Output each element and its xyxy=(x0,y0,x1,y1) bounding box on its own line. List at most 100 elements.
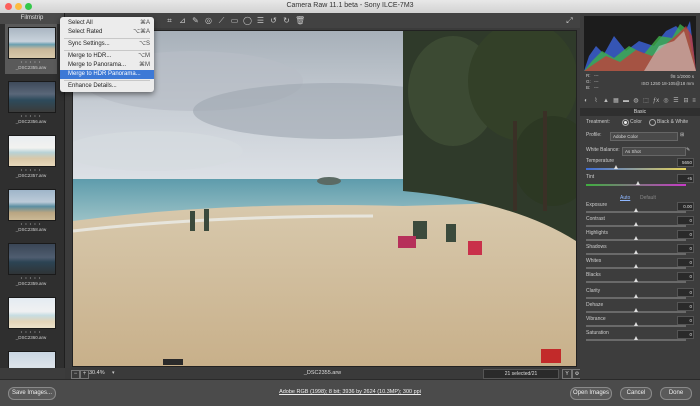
slider-value[interactable]: 0 xyxy=(677,316,694,325)
adjustment-brush-icon[interactable]: ⟋ xyxy=(217,16,226,25)
filmstrip-thumb[interactable] xyxy=(5,348,57,368)
clarity-slider[interactable] xyxy=(586,294,686,299)
slider-value[interactable]: 0 xyxy=(677,272,694,281)
filmstrip-thumb[interactable]: • • • • • _DSC2358.arw xyxy=(5,186,57,236)
white-balance-dropdown[interactable]: As Shot xyxy=(622,147,686,156)
slider-value[interactable]: 0 xyxy=(677,288,694,297)
profile-browser-icon[interactable]: ⊞ xyxy=(680,132,684,138)
presets-tab-icon[interactable]: ☰ xyxy=(672,97,680,105)
rating-stars[interactable]: • • • • • xyxy=(5,167,57,172)
menu-item-select-rated[interactable]: Select Rated ⌥⌘A xyxy=(60,28,154,37)
menu-item-select-all[interactable]: Select All ⌘A xyxy=(60,19,154,28)
slider-thumb[interactable] xyxy=(613,165,618,169)
before-after-button[interactable]: Y xyxy=(562,369,572,379)
white-balance-eyedropper-icon[interactable]: ✎ xyxy=(686,147,690,153)
red-eye-icon[interactable]: ◎ xyxy=(204,16,213,25)
rating-stars[interactable]: • • • • • xyxy=(5,275,57,280)
dehaze-slider[interactable] xyxy=(586,308,686,313)
effects-tab-icon[interactable]: ƒx xyxy=(652,97,660,105)
filmstrip-thumb[interactable]: • • • • • _DSC2356.arw xyxy=(5,78,57,128)
contrast-slider[interactable] xyxy=(586,222,686,227)
rating-stars[interactable]: • • • • • xyxy=(5,329,57,334)
slider-thumb[interactable] xyxy=(633,308,638,312)
rotate-right-icon[interactable]: ↻ xyxy=(282,16,291,25)
slider-value[interactable]: 0 xyxy=(677,244,694,253)
shadows-slider[interactable] xyxy=(586,250,686,255)
menu-item-merge-hdr-panorama[interactable]: Merge to HDR Panorama... xyxy=(60,70,154,79)
lens-tab-icon[interactable]: ◍ xyxy=(632,97,640,105)
trash-icon[interactable]: 🗑 xyxy=(295,16,305,25)
vibrance-slider[interactable] xyxy=(586,322,686,327)
default-link[interactable]: Default xyxy=(640,195,656,201)
slider-value[interactable]: 0 xyxy=(677,258,694,267)
slider-thumb[interactable] xyxy=(633,278,638,282)
slider-thumb[interactable] xyxy=(633,264,638,268)
slider-value[interactable]: 0 xyxy=(677,230,694,239)
slider-thumb[interactable] xyxy=(633,222,638,226)
panel-menu-icon[interactable]: ≡ xyxy=(690,97,698,105)
filmstrip-thumb[interactable]: • • • • • _DSC2355.arw xyxy=(5,24,57,74)
treatment-color-radio[interactable] xyxy=(622,119,629,126)
filmstrip-thumbnails[interactable]: • • • • • _DSC2355.arw • • • • • _DSC235… xyxy=(0,24,64,368)
whites-slider[interactable] xyxy=(586,264,686,269)
selection-count[interactable]: 21 selected/21 xyxy=(483,369,559,379)
profile-dropdown[interactable]: Adobe Color xyxy=(610,132,678,141)
slider-thumb[interactable] xyxy=(633,322,638,326)
transform-tab-icon[interactable]: ⬚ xyxy=(642,97,650,105)
spot-removal-icon[interactable]: ✎ xyxy=(191,16,200,25)
temperature-slider[interactable] xyxy=(586,165,686,170)
filmstrip-thumb[interactable]: • • • • • _DSC2359.arw xyxy=(5,240,57,290)
calibration-tab-icon[interactable]: ◎ xyxy=(662,97,670,105)
slider-thumb[interactable] xyxy=(633,336,638,340)
temperature-value[interactable]: 5650 xyxy=(677,158,694,167)
graduated-filter-icon[interactable]: ▭ xyxy=(230,16,239,25)
filmstrip-header[interactable]: Filmstrip xyxy=(0,13,64,24)
highlights-slider[interactable] xyxy=(586,236,686,241)
menu-item-label: Select Rated xyxy=(68,29,103,35)
snapshots-tab-icon[interactable]: ⊟ xyxy=(682,97,690,105)
tone-curve-tab-icon[interactable]: ⌇ xyxy=(592,97,600,105)
tint-value[interactable]: +5 xyxy=(677,174,694,183)
menu-item-merge-hdr[interactable]: Merge to HDR... ⌥M xyxy=(60,52,154,61)
filmstrip-thumb[interactable]: • • • • • _DSC2360.arw xyxy=(5,294,57,344)
exposure-slider[interactable] xyxy=(586,208,686,213)
treatment-bw-radio[interactable] xyxy=(649,119,656,126)
filmstrip-thumb[interactable]: • • • • • _DSC2357.arw xyxy=(5,132,57,182)
rating-stars[interactable]: • • • • • xyxy=(5,221,57,226)
crop-icon[interactable]: ⌗ xyxy=(165,16,174,25)
hsl-tab-icon[interactable]: ▦ xyxy=(612,97,620,105)
detail-tab-icon[interactable]: ▲ xyxy=(602,97,610,105)
slider-thumb[interactable] xyxy=(633,208,638,212)
rating-stars[interactable]: • • • • • xyxy=(5,59,57,64)
menu-item-sync-settings[interactable]: Sync Settings... ⌥S xyxy=(60,40,154,49)
auto-link[interactable]: Auto xyxy=(620,195,630,201)
slider-thumb[interactable] xyxy=(635,181,640,185)
rotate-left-icon[interactable]: ↺ xyxy=(269,16,278,25)
treatment-row: Treatment: Color Black & White xyxy=(586,119,694,127)
slider-thumb[interactable] xyxy=(633,294,638,298)
slider-value[interactable]: 0 xyxy=(677,216,694,225)
workflow-options-link[interactable]: Adobe RGB (1998); 8 bit; 3936 by 2624 (1… xyxy=(230,389,470,395)
rating-stars[interactable]: • • • • • xyxy=(5,113,57,118)
preferences-icon[interactable]: ☰ xyxy=(256,16,265,25)
save-images-button[interactable]: Save Images... xyxy=(8,387,56,400)
open-images-button[interactable]: Open Images xyxy=(570,387,612,400)
cancel-button[interactable]: Cancel xyxy=(620,387,652,400)
basic-tab-icon[interactable]: ◐ xyxy=(582,97,590,105)
blacks-slider[interactable] xyxy=(586,278,686,283)
slider-value[interactable]: 0.00 xyxy=(677,202,694,211)
radial-filter-icon[interactable]: ◯ xyxy=(243,16,252,25)
menu-item-shortcut: ⌘M xyxy=(139,62,150,68)
slider-value[interactable]: 0 xyxy=(677,330,694,339)
slider-thumb[interactable] xyxy=(633,250,638,254)
straighten-icon[interactable]: ⊿ xyxy=(178,16,187,25)
menu-item-merge-panorama[interactable]: Merge to Panorama... ⌘M xyxy=(60,61,154,70)
slider-thumb[interactable] xyxy=(633,236,638,240)
fullscreen-icon[interactable]: ⤢ xyxy=(565,16,574,25)
split-toning-tab-icon[interactable]: ▬ xyxy=(622,97,630,105)
tint-slider[interactable] xyxy=(586,181,686,186)
saturation-slider[interactable] xyxy=(586,336,686,341)
done-button[interactable]: Done xyxy=(660,387,692,400)
menu-item-enhance-details[interactable]: Enhance Details... xyxy=(60,82,154,91)
slider-value[interactable]: 0 xyxy=(677,302,694,311)
